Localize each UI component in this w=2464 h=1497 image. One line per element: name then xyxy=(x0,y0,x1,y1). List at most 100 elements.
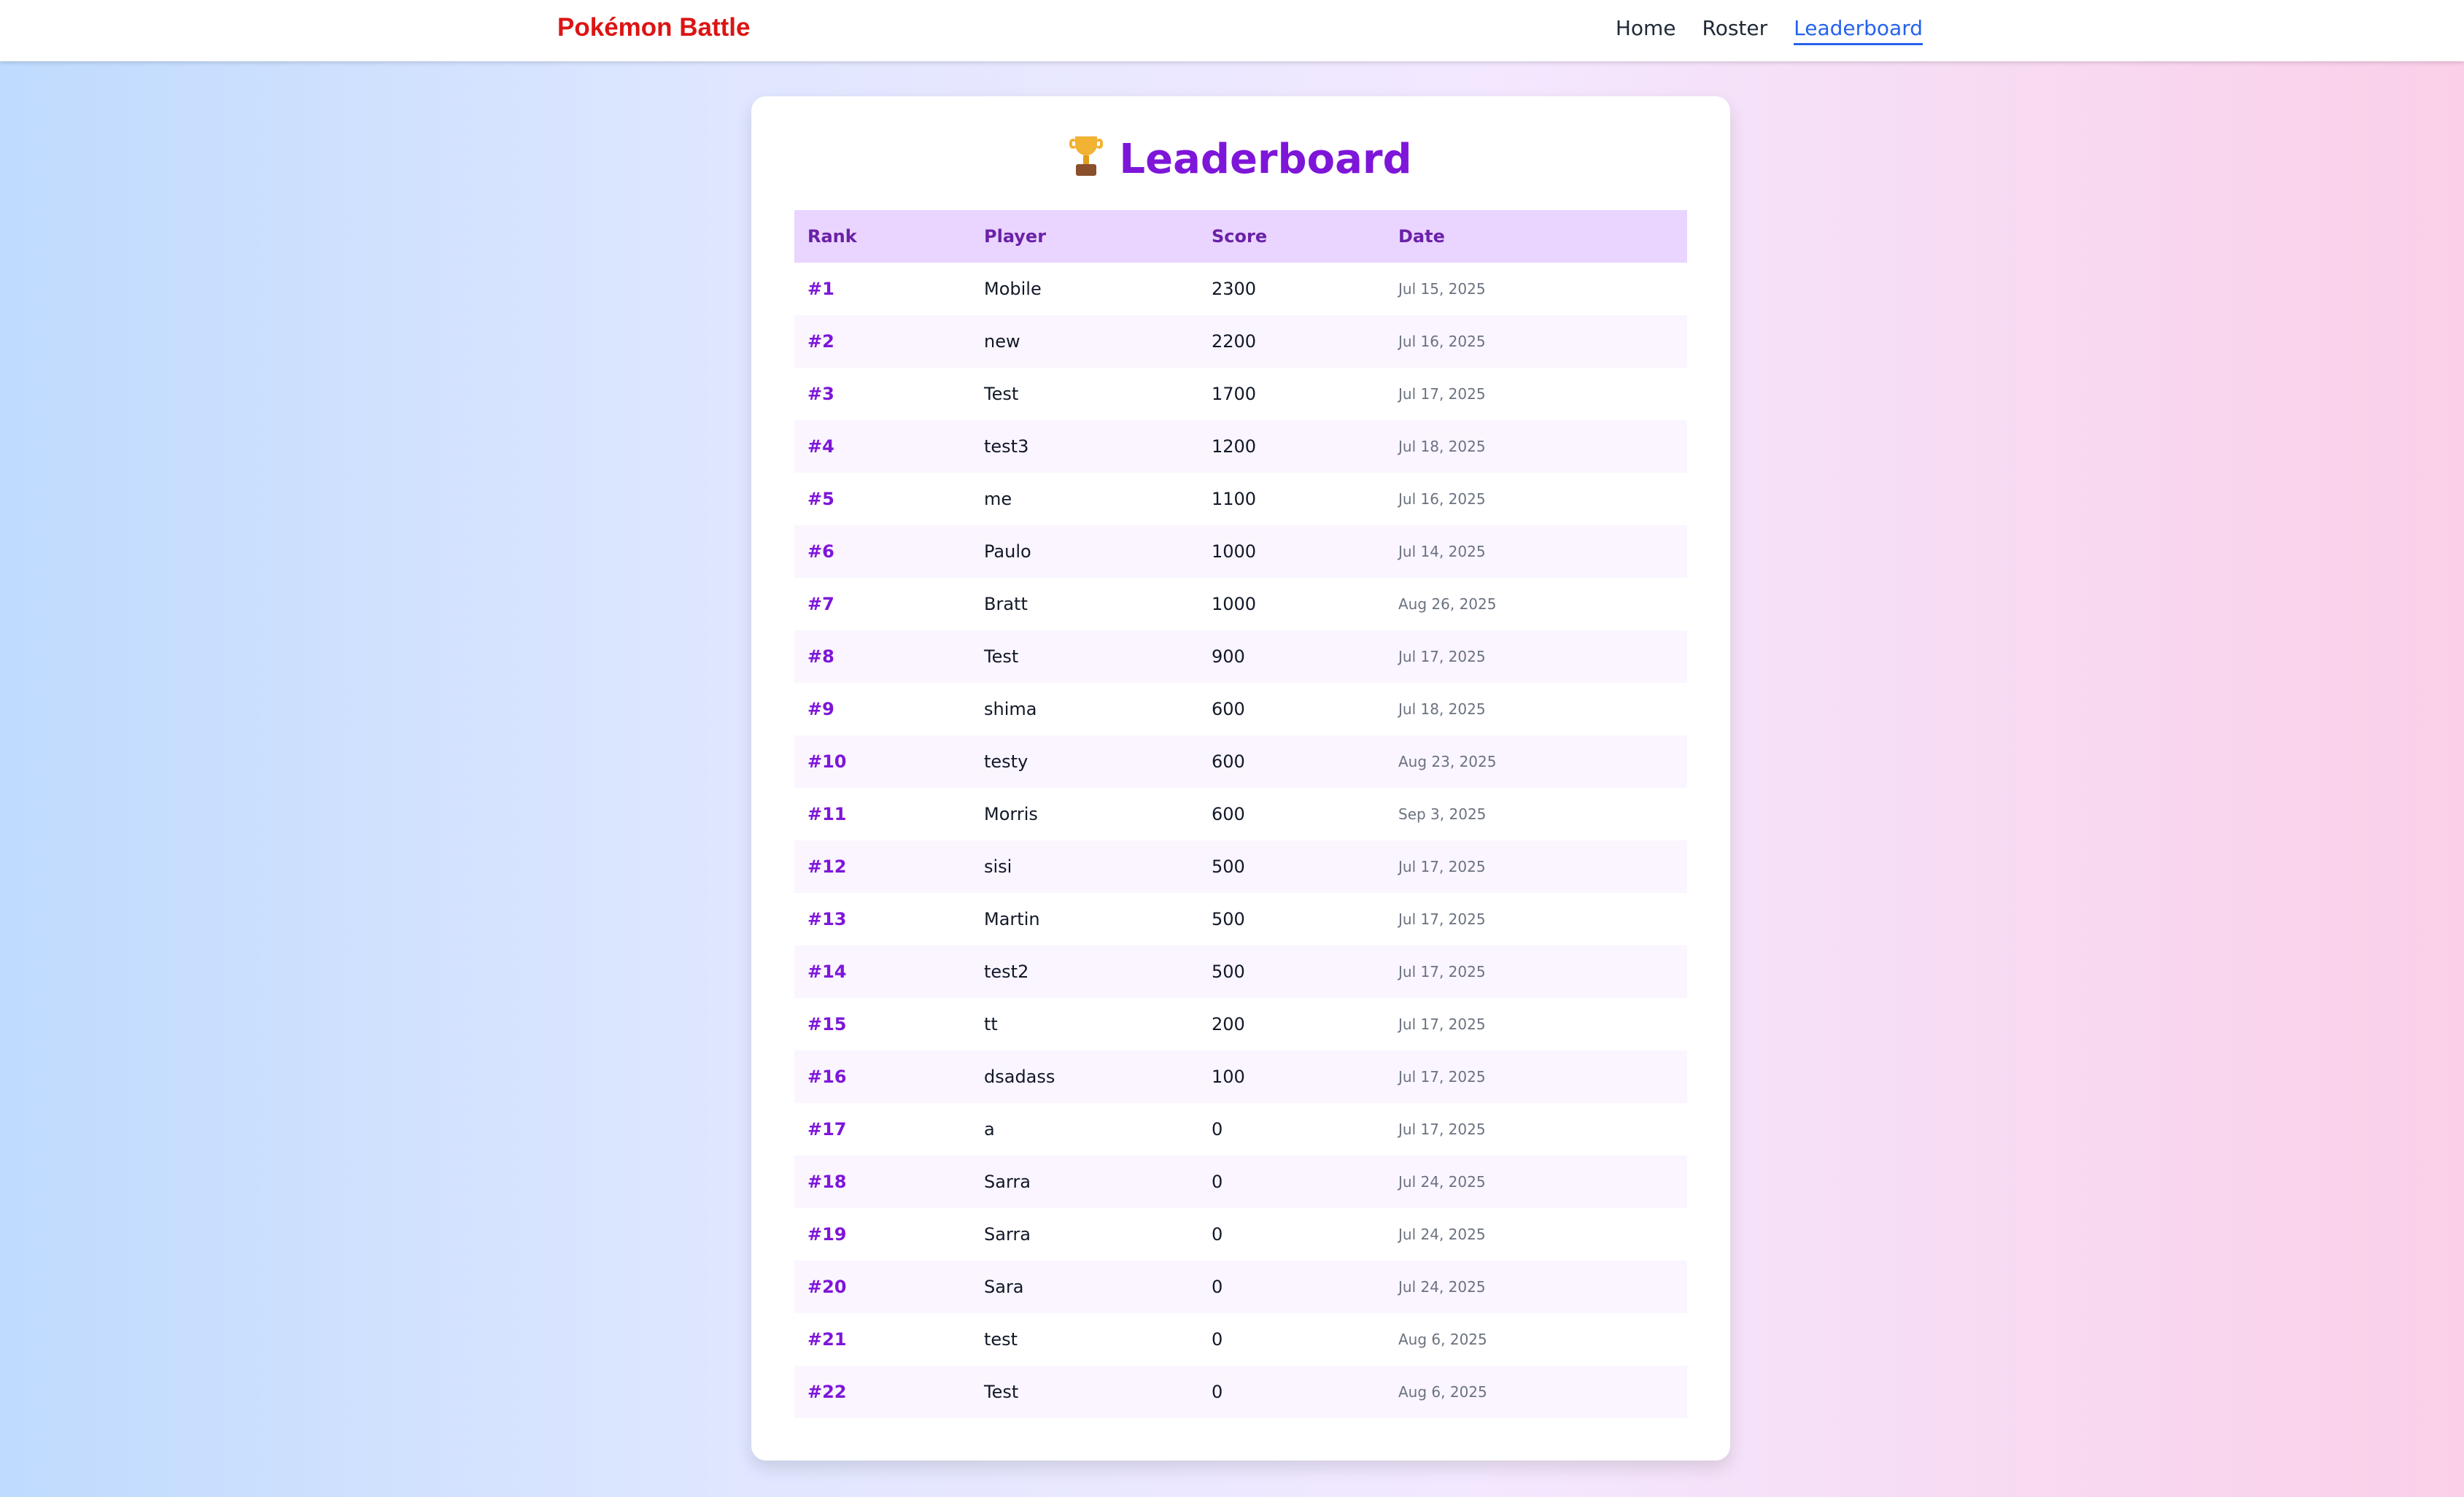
score-cell: 900 xyxy=(1212,646,1245,667)
date-cell: Jul 17, 2025 xyxy=(1398,1121,1486,1138)
score-cell: 1700 xyxy=(1212,384,1257,404)
score-cell: 2300 xyxy=(1212,279,1257,299)
player-cell: shima xyxy=(984,699,1037,719)
score-cell: 500 xyxy=(1212,909,1245,929)
date-cell: Aug 26, 2025 xyxy=(1398,595,1497,613)
score-cell: 500 xyxy=(1212,962,1245,982)
rank-cell: #14 xyxy=(807,962,847,982)
table-row: #10 testy 600 Aug 23, 2025 xyxy=(794,735,1687,788)
table-row: #3 Test 1700 Jul 17, 2025 xyxy=(794,368,1687,420)
date-cell: Jul 18, 2025 xyxy=(1398,700,1486,718)
score-cell: 1200 xyxy=(1212,436,1257,457)
table-row: #14 test2 500 Jul 17, 2025 xyxy=(794,945,1687,998)
table-header-row: Rank Player Score Date xyxy=(794,210,1687,263)
player-cell: testy xyxy=(984,751,1028,772)
player-cell: Test xyxy=(984,646,1019,667)
nav-link-leaderboard[interactable]: Leaderboard xyxy=(1794,16,1923,45)
score-cell: 0 xyxy=(1212,1224,1223,1245)
rank-cell: #13 xyxy=(807,909,847,929)
score-cell: 0 xyxy=(1212,1119,1223,1140)
player-cell: test2 xyxy=(984,962,1029,982)
table-body: #1 Mobile 2300 Jul 15, 2025 #2 new 2200 Jul 16,… xyxy=(794,263,1687,1418)
rank-cell: #18 xyxy=(807,1172,847,1192)
player-cell: test xyxy=(984,1329,1018,1350)
brand-logo[interactable]: Pokémon Battle xyxy=(557,13,751,42)
table-row: #7 Bratt 1000 Aug 26, 2025 xyxy=(794,578,1687,630)
table-row: #19 Sarra 0 Jul 24, 2025 xyxy=(794,1208,1687,1261)
date-cell: Jul 18, 2025 xyxy=(1398,438,1486,455)
page-title-text: Leaderboard xyxy=(1119,136,1412,183)
rank-cell: #15 xyxy=(807,1014,847,1034)
score-cell: 0 xyxy=(1212,1277,1223,1297)
player-cell: a xyxy=(984,1119,995,1140)
column-header-player: Player xyxy=(984,226,1047,247)
rank-cell: #16 xyxy=(807,1067,847,1087)
rank-cell: #11 xyxy=(807,804,847,824)
date-cell: Jul 15, 2025 xyxy=(1398,280,1486,298)
table-row: #2 new 2200 Jul 16, 2025 xyxy=(794,315,1687,368)
table-row: #1 Mobile 2300 Jul 15, 2025 xyxy=(794,263,1687,315)
nav-link-roster[interactable]: Roster xyxy=(1702,16,1768,45)
player-cell: Morris xyxy=(984,804,1038,824)
date-cell: Jul 17, 2025 xyxy=(1398,1016,1486,1033)
date-cell: Aug 23, 2025 xyxy=(1398,753,1497,770)
rank-cell: #7 xyxy=(807,594,834,614)
score-cell: 500 xyxy=(1212,856,1245,877)
table-row: #15 tt 200 Jul 17, 2025 xyxy=(794,998,1687,1051)
rank-cell: #5 xyxy=(807,489,834,509)
score-cell: 2200 xyxy=(1212,331,1257,352)
table-row: #18 Sarra 0 Jul 24, 2025 xyxy=(794,1156,1687,1208)
table-row: #5 me 1100 Jul 16, 2025 xyxy=(794,473,1687,525)
table-row: #16 dsadass 100 Jul 17, 2025 xyxy=(794,1051,1687,1103)
nav-link-home[interactable]: Home xyxy=(1616,16,1676,45)
table-row: #11 Morris 600 Sep 3, 2025 xyxy=(794,788,1687,840)
player-cell: Mobile xyxy=(984,279,1042,299)
rank-cell: #21 xyxy=(807,1329,847,1350)
player-cell: me xyxy=(984,489,1012,509)
date-cell: Jul 16, 2025 xyxy=(1398,333,1486,350)
rank-cell: #8 xyxy=(807,646,834,667)
rank-cell: #2 xyxy=(807,331,834,352)
table-row: #4 test3 1200 Jul 18, 2025 xyxy=(794,420,1687,473)
table-row: #6 Paulo 1000 Jul 14, 2025 xyxy=(794,525,1687,578)
score-cell: 600 xyxy=(1212,751,1245,772)
date-cell: Jul 17, 2025 xyxy=(1398,648,1486,665)
leaderboard-table: Rank Player Score Date #1 Mobile 2300 Jul 1… xyxy=(794,210,1687,1418)
score-cell: 0 xyxy=(1212,1382,1223,1402)
rank-cell: #10 xyxy=(807,751,847,772)
player-cell: tt xyxy=(984,1014,998,1034)
rank-cell: #4 xyxy=(807,436,834,457)
column-header-date: Date xyxy=(1398,226,1445,247)
table-row: #17 a 0 Jul 17, 2025 xyxy=(794,1103,1687,1156)
date-cell: Jul 24, 2025 xyxy=(1398,1173,1486,1191)
rank-cell: #3 xyxy=(807,384,834,404)
date-cell: Jul 16, 2025 xyxy=(1398,490,1486,508)
rank-cell: #19 xyxy=(807,1224,847,1245)
rank-cell: #9 xyxy=(807,699,834,719)
rank-cell: #1 xyxy=(807,279,834,299)
table-row: #12 sisi 500 Jul 17, 2025 xyxy=(794,840,1687,893)
date-cell: Jul 24, 2025 xyxy=(1398,1278,1486,1296)
player-cell: dsadass xyxy=(984,1067,1055,1087)
date-cell: Jul 17, 2025 xyxy=(1398,963,1486,980)
table-row: #22 Test 0 Aug 6, 2025 xyxy=(794,1366,1687,1418)
player-cell: Martin xyxy=(984,909,1040,929)
column-header-rank: Rank xyxy=(807,226,857,247)
rank-cell: #22 xyxy=(807,1382,847,1402)
table-row: #9 shima 600 Jul 18, 2025 xyxy=(794,683,1687,735)
date-cell: Jul 14, 2025 xyxy=(1398,543,1486,560)
date-cell: Aug 6, 2025 xyxy=(1398,1331,1487,1348)
player-cell: Paulo xyxy=(984,541,1031,562)
score-cell: 100 xyxy=(1212,1067,1245,1087)
player-cell: Test xyxy=(984,1382,1019,1402)
score-cell: 600 xyxy=(1212,699,1245,719)
player-cell: Sarra xyxy=(984,1224,1031,1245)
score-cell: 200 xyxy=(1212,1014,1245,1034)
leaderboard-card: Leaderboard Rank Player Score Date #1 Mob… xyxy=(751,96,1730,1461)
player-cell: Sarra xyxy=(984,1172,1031,1192)
score-cell: 600 xyxy=(1212,804,1245,824)
player-cell: Bratt xyxy=(984,594,1028,614)
score-cell: 1000 xyxy=(1212,541,1257,562)
date-cell: Jul 17, 2025 xyxy=(1398,858,1486,875)
date-cell: Jul 17, 2025 xyxy=(1398,1068,1486,1086)
